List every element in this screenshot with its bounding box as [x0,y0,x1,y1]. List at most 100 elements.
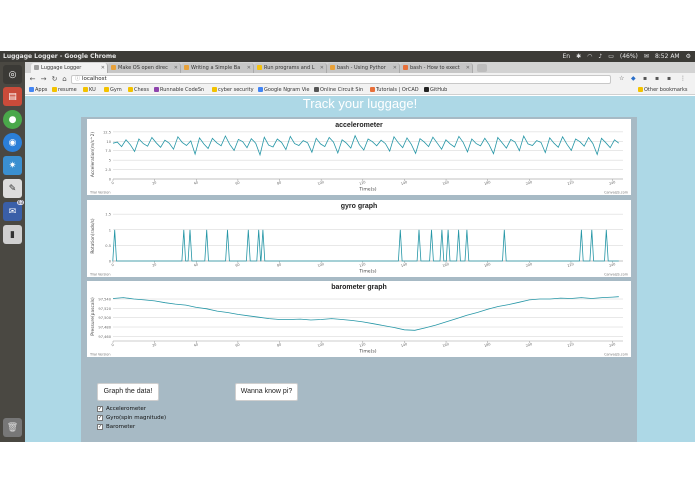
tab-run-programs[interactable]: Run programs and L ✕ [254,63,327,73]
text-editor-icon[interactable]: ✎ [3,179,22,198]
battery-icon[interactable]: ▭ [608,51,614,62]
x-tick-label: 60 [235,262,240,267]
x-tick-label: 100 [317,342,324,348]
bookmarks-bar: Apps resume KU Gym Chess Runnable CodeSn… [25,86,695,95]
page-icon [314,87,319,92]
y-tick-label: 97,500 [98,316,111,320]
chart-title: gyro graph [341,203,378,210]
runnable-icon [154,87,159,92]
x-axis-label: Time(s) [358,187,376,193]
google-icon [258,87,263,92]
bookmark-github[interactable]: GitHub [424,86,447,95]
tab-writing-simple[interactable]: Writing a Simple Ba ✕ [181,63,254,73]
bookmark-circuit[interactable]: Online Circuit Sin [314,86,363,95]
x-tick-label: 160 [442,180,449,186]
x-tick-label: 200 [525,180,532,186]
extension-icon-3[interactable]: ▪ [655,75,659,82]
github-icon [424,87,429,92]
accelerometer-checkbox[interactable]: ✓ [97,406,103,412]
x-tick-label: 20 [152,342,157,347]
launcher-badge: 63 [16,200,24,205]
back-icon[interactable]: ← [28,75,37,84]
page-info-icon[interactable]: ⓘ [75,76,80,83]
extension-icon[interactable]: ◆ [631,75,636,82]
page: Track your luggage! accelerometer 0 2.5 5 7.… [25,96,695,442]
pi-button[interactable]: Wanna know pi? [235,383,298,401]
close-tab-icon[interactable]: ✕ [466,63,470,73]
x-tick-label: 20 [152,262,157,267]
close-tab-icon[interactable]: ✕ [393,63,397,73]
y-tick-label: 0.5 [105,244,111,248]
x-tick-label: 160 [442,342,449,348]
series-line [112,296,619,331]
bookmark-apps[interactable]: Apps [29,86,47,95]
x-tick-label: 140 [400,342,407,348]
orcad-icon [370,87,375,92]
close-tab-icon[interactable]: ✕ [174,63,178,73]
tab-luggage-logger[interactable]: Luggage Logger ✕ [31,63,108,73]
clock[interactable]: 8:52 AM [655,51,680,62]
forward-icon[interactable]: → [39,75,48,84]
x-tick-label: 200 [525,342,532,348]
x-tick-label: 80 [276,342,281,347]
extension-icon-4[interactable]: ▪ [667,75,671,82]
extension-icon-2[interactable]: ▪ [643,75,647,82]
bookmark-runnable[interactable]: Runnable CodeSn [154,86,204,95]
bookmark-resume[interactable]: resume [52,86,77,95]
power-gear-icon[interactable]: ⚙ [686,51,691,62]
keyboard-icon[interactable]: En [562,51,570,62]
tab-favicon [330,65,335,70]
page-title: Track your luggage! [302,96,418,111]
graph-data-button[interactable]: Graph the data! [97,383,159,401]
bookmark-cyber-security[interactable]: cyber security [212,86,254,95]
chart-credit: CanvasJS.com [604,273,629,277]
home-icon[interactable]: ⌂ [60,75,69,84]
tab-make-os[interactable]: Make OS open direc ✕ [108,63,181,73]
wifi-icon[interactable]: ◠ [587,51,592,62]
x-tick-label: 0 [111,263,114,268]
y-tick-label: 97,460 [98,335,111,339]
reload-icon[interactable]: ↻ [50,75,59,84]
volume-icon[interactable]: ♪ [598,51,602,62]
x-tick-label: 80 [276,180,281,185]
chart-credit: CanvasJS.com [604,353,629,357]
bookmark-chess[interactable]: Chess [128,86,149,95]
close-tab-icon[interactable]: ✕ [247,63,251,73]
mail-icon[interactable]: ✉ [644,51,649,62]
address-bar[interactable]: ⓘ localhost [71,75,611,84]
x-tick-label: 0 [111,343,114,348]
trash-icon[interactable]: 🗑 [3,418,22,437]
x-tick-label: 100 [317,180,324,186]
chrome-icon[interactable]: ◉ [3,133,22,152]
tab-bash-python[interactable]: bash - Using Pythor ✕ [327,63,400,73]
bluetooth-icon[interactable]: ✱ [576,51,581,62]
bookmark-gym[interactable]: Gym [104,86,122,95]
files-icon[interactable]: ▤ [3,87,22,106]
thunderbird-icon[interactable]: ✉ 63 [3,200,24,221]
new-tab-button[interactable] [477,64,487,72]
desktop-bottom [0,442,695,494]
y-tick-label: 7.5 [105,149,111,153]
bookmark-orcad[interactable]: Tutorials | OrCAD [370,86,419,95]
chrome-green-icon[interactable]: ● [3,110,22,129]
bookmark-other[interactable]: Other bookmarks [638,86,687,95]
chart-title: accelerometer [335,122,383,129]
trial-version-label: Trial Version [89,273,110,277]
barometer-checkbox[interactable]: ✓ [97,424,103,430]
ubuntu-dash-icon[interactable]: ◎ [3,65,22,84]
close-tab-icon[interactable]: ✕ [101,63,105,73]
gyro-checkbox[interactable]: ✓ [97,415,103,421]
chart-credit: CanvasJS.com [604,191,629,195]
battery-percent: (46%) [619,53,638,60]
y-axis-label: Rotation(rads/s) [90,218,96,253]
drive-icon[interactable]: ▮ [3,225,22,244]
close-tab-icon[interactable]: ✕ [320,63,324,73]
apps-icon [29,87,34,92]
settings-icon[interactable]: ✷ [3,156,22,175]
bookmark-ngram[interactable]: Google Ngram Vie [258,86,310,95]
bookmark-star-icon[interactable]: ☆ [619,75,624,82]
accelerometer-chart-svg: accelerometer02.557.51012.50 20 40 60 80 100 1… [89,122,629,195]
tab-bash-execute[interactable]: bash - How to exect ✕ [400,63,473,73]
bookmark-ku[interactable]: KU [83,86,96,95]
menu-icon[interactable]: ⋮ [680,75,686,82]
